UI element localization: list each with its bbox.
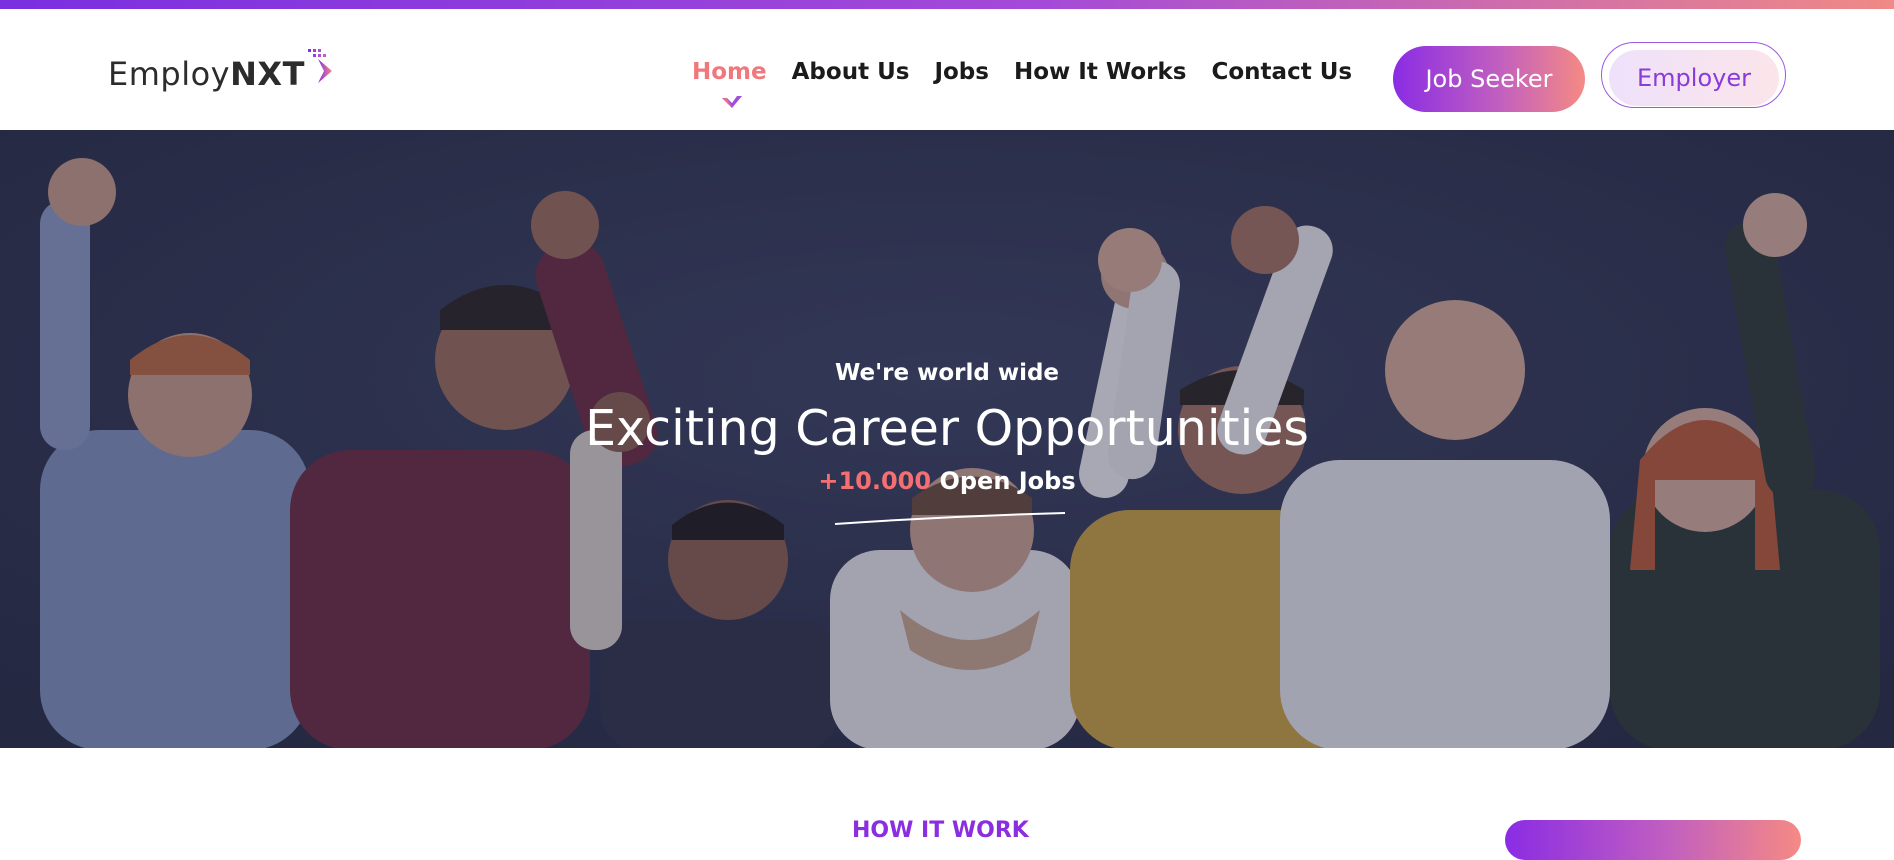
hero-job-count-label: Open Jobs bbox=[939, 467, 1076, 495]
top-accent-bar bbox=[0, 0, 1894, 9]
nav-item-about-us-label: About Us bbox=[791, 59, 910, 85]
hero-job-count: +10.000 bbox=[818, 467, 932, 495]
hero-open-jobs: +10.000 Open Jobs bbox=[0, 467, 1894, 495]
logo-bold-text: NXT bbox=[230, 55, 305, 93]
job-seeker-button[interactable]: Job Seeker bbox=[1393, 46, 1585, 112]
job-seeker-button-label: Job Seeker bbox=[1425, 65, 1553, 93]
nav-item-about-us[interactable]: About Us bbox=[792, 59, 910, 85]
section-heading-how-it-work: HOW IT WORK bbox=[852, 818, 1029, 843]
nav-item-jobs-label: Jobs bbox=[934, 59, 989, 85]
nav-item-contact-us-label: Contact Us bbox=[1211, 59, 1353, 85]
nav-item-contact-us[interactable]: Contact Us bbox=[1212, 59, 1353, 85]
logo-text: EmployNXT bbox=[108, 55, 305, 93]
site-header: EmployNXT Home About Us Jobs How It Work… bbox=[0, 9, 1894, 130]
hero-title: Exciting Career Opportunities bbox=[585, 400, 1309, 457]
nav-item-how-it-works[interactable]: How It Works bbox=[1014, 59, 1187, 85]
nav-item-jobs[interactable]: Jobs bbox=[934, 59, 989, 85]
hero-banner: We're world wide Exciting Career Opportu… bbox=[0, 130, 1894, 748]
active-chevron-icon bbox=[722, 96, 742, 108]
hero-kicker: We're world wide bbox=[834, 360, 1060, 386]
logo[interactable]: EmployNXT bbox=[108, 49, 332, 99]
hero-underline-stroke bbox=[834, 512, 1066, 525]
section-action-button[interactable] bbox=[1505, 820, 1801, 860]
hero-content: We're world wide Exciting Career Opportu… bbox=[0, 360, 1894, 495]
nav-item-home[interactable]: Home bbox=[692, 59, 767, 108]
nav-item-home-label: Home bbox=[692, 59, 767, 85]
employer-button-inner: Employer bbox=[1609, 50, 1779, 106]
logo-regular-text: Employ bbox=[108, 55, 231, 93]
employer-button[interactable]: Employer bbox=[1601, 42, 1786, 108]
logo-arrow-icon bbox=[308, 49, 332, 83]
employer-button-label: Employer bbox=[1637, 64, 1751, 92]
main-nav: Home About Us Jobs How It Works Contact … bbox=[692, 59, 1377, 108]
nav-item-how-it-works-label: How It Works bbox=[1013, 59, 1187, 85]
